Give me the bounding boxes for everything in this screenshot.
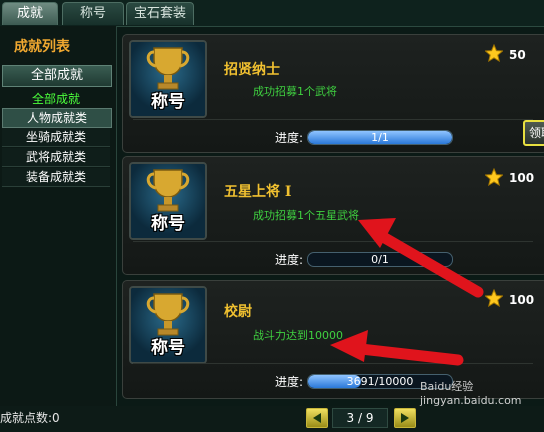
achievement-title: 五星上将 I — [224, 184, 292, 200]
icon-label: 称号 — [151, 92, 185, 112]
sidebar-header-all-achievements[interactable]: 全部成就 — [2, 65, 112, 87]
progress-label: 进度: — [275, 375, 304, 389]
page-indicator: 3 / 9 — [332, 408, 388, 428]
trophy-icon — [146, 169, 190, 212]
achievement-icon: 称号 — [129, 286, 207, 364]
trophy-icon — [146, 293, 190, 336]
achievement-points-total: 成就点数:0 — [0, 411, 60, 425]
sidebar-item-equipment[interactable]: 装备成就类 — [2, 168, 110, 187]
achievement-points: 100 — [509, 171, 535, 185]
progress-bar: 1/1 — [307, 130, 453, 145]
footer-bar — [0, 406, 544, 432]
progress-text: 1/1 — [371, 131, 389, 144]
claim-reward-button[interactable]: 领取 — [523, 120, 544, 146]
icon-label: 称号 — [151, 338, 185, 358]
tab-gem-sets[interactable]: 宝石套装 — [126, 2, 194, 25]
divider — [133, 119, 533, 120]
achievement-icon: 称号 — [129, 162, 207, 240]
sidebar-item-character[interactable]: 人物成就类 — [2, 108, 112, 128]
divider — [133, 363, 533, 364]
prev-page-button[interactable] — [306, 408, 328, 428]
sidebar-title: 成就列表 — [14, 39, 70, 55]
sidebar-item-general[interactable]: 武将成就类 — [2, 148, 110, 167]
arrow-right-icon — [401, 413, 409, 423]
achievement-description: 成功招募1个五星武将 — [253, 209, 359, 222]
achievement-title: 校尉 — [224, 304, 252, 320]
achievement-card: 称号 招贤纳士 成功招募1个武将 50 进度: 1/1 领取 — [122, 34, 544, 153]
star-icon — [485, 289, 503, 307]
achievement-description: 战斗力达到10000 — [253, 329, 343, 342]
achievement-points: 50 — [509, 48, 526, 62]
progress-label: 进度: — [275, 131, 304, 145]
trophy-icon — [146, 47, 190, 90]
divider — [133, 241, 533, 242]
icon-label: 称号 — [151, 214, 185, 234]
achievement-title: 招贤纳士 — [224, 62, 280, 78]
sidebar-item-mount[interactable]: 坐骑成就类 — [2, 128, 110, 147]
progress-bar: 0/1 — [307, 252, 453, 267]
achievement-sidebar: 成就列表 全部成就 全部成就 人物成就类 坐骑成就类 武将成就类 装备成就类 — [0, 26, 117, 406]
watermark: Baidu经验 jingyan.baidu.com — [420, 380, 522, 407]
tab-titles[interactable]: 称号 — [62, 2, 124, 25]
progress-label: 进度: — [275, 253, 304, 267]
achievement-card: 称号 五星上将 I 成功招募1个五星武将 100 进度: 0/1 — [122, 156, 544, 275]
tab-achievements[interactable]: 成就 — [2, 2, 58, 25]
arrow-left-icon — [313, 413, 321, 423]
tab-bar: 成就 称号 宝石套装 — [0, 0, 544, 27]
star-icon — [485, 44, 503, 62]
star-icon — [485, 168, 503, 186]
achievement-icon: 称号 — [129, 40, 207, 118]
achievement-points: 100 — [509, 293, 535, 307]
progress-text: 0/1 — [371, 253, 389, 266]
sidebar-item-all[interactable]: 全部成就 — [2, 90, 110, 108]
achievement-description: 成功招募1个武将 — [253, 85, 337, 98]
next-page-button[interactable] — [394, 408, 416, 428]
